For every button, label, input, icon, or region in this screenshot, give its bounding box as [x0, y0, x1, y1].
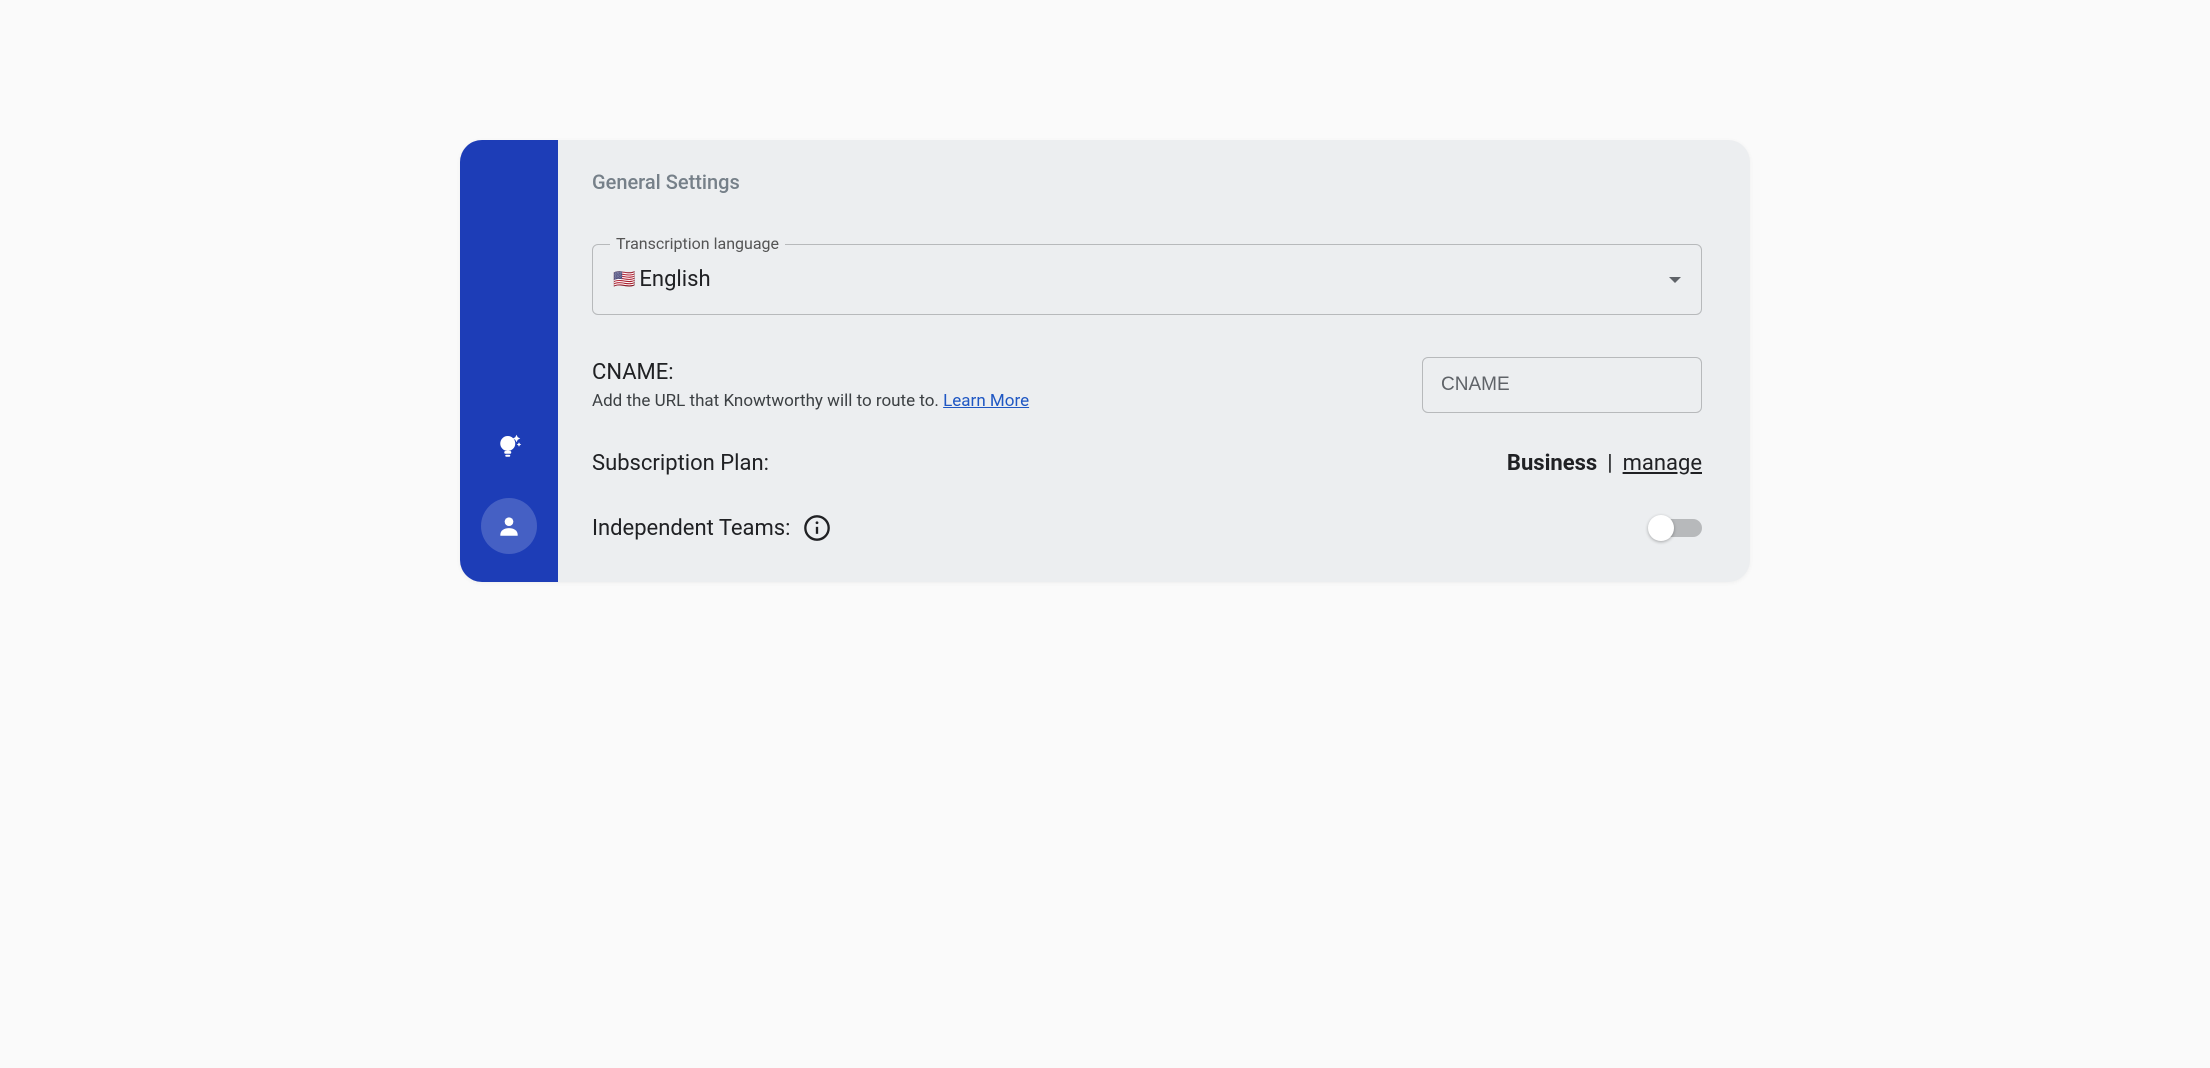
us-flag-icon: 🇺🇸 [613, 271, 635, 289]
transcription-language-select[interactable]: 🇺🇸 English [592, 244, 1702, 315]
person-icon [496, 513, 522, 539]
cname-learn-more-link[interactable]: Learn More [943, 391, 1029, 411]
subscription-plan: Business [1507, 451, 1597, 476]
transcription-language-text: English [639, 267, 710, 292]
subscription-label: Subscription Plan: [592, 451, 769, 476]
subscription-manage-link[interactable]: manage [1623, 451, 1702, 476]
cname-description: Add the URL that Knowtworthy will to rou… [592, 391, 1029, 411]
settings-content: General Settings Transcription language … [558, 140, 1750, 582]
subscription-value: Business | manage [1507, 451, 1702, 476]
section-title: General Settings [592, 170, 1702, 194]
toggle-knob [1648, 515, 1674, 541]
chevron-down-icon [1669, 277, 1681, 283]
info-icon[interactable] [803, 514, 831, 542]
independent-teams-toggle[interactable] [1650, 519, 1702, 537]
sidebar-item-tips[interactable] [481, 418, 537, 474]
independent-teams-label: Independent Teams: [592, 516, 791, 541]
transcription-language-legend: Transcription language [610, 234, 785, 253]
subscription-row: Subscription Plan: Business | manage [592, 451, 1702, 476]
cname-row: CNAME: Add the URL that Knowtworthy will… [592, 357, 1702, 413]
cname-label-block: CNAME: Add the URL that Knowtworthy will… [592, 360, 1029, 411]
settings-sidebar [460, 140, 558, 582]
cname-input[interactable] [1422, 357, 1702, 413]
settings-card: General Settings Transcription language … [460, 140, 1750, 582]
cname-description-text: Add the URL that Knowtworthy will to rou… [592, 391, 943, 411]
transcription-language-value: 🇺🇸 English [613, 267, 711, 292]
subscription-separator: | [1607, 451, 1612, 476]
independent-teams-row: Independent Teams: [592, 514, 1702, 542]
cname-label: CNAME: [592, 360, 1029, 385]
sidebar-item-account[interactable] [481, 498, 537, 554]
lightbulb-icon [494, 431, 524, 461]
transcription-language-field: Transcription language 🇺🇸 English [592, 244, 1702, 315]
independent-teams-label-line: Independent Teams: [592, 514, 831, 542]
